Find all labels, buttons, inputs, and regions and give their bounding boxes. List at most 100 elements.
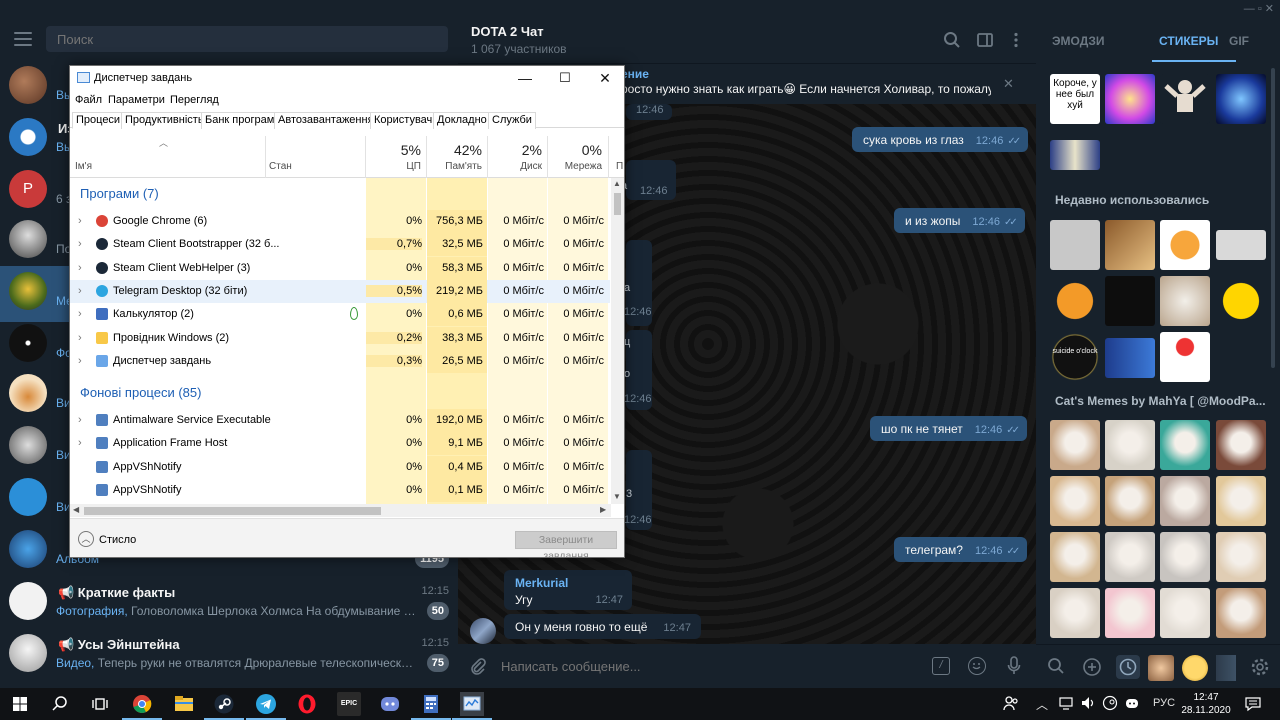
- chrome-icon[interactable]: [122, 692, 162, 720]
- menu-file[interactable]: Файл: [75, 94, 102, 106]
- sticker[interactable]: [1160, 74, 1210, 124]
- tab-app-history[interactable]: Банк програм: [201, 112, 279, 129]
- calculator-icon[interactable]: [411, 692, 451, 720]
- scroll-right-icon[interactable]: ▶: [600, 505, 606, 514]
- column-cpu-pct[interactable]: 5%: [370, 142, 421, 158]
- hamburger-menu-icon[interactable]: [14, 32, 32, 46]
- language-indicator[interactable]: РУС: [1153, 697, 1175, 709]
- settings-icon[interactable]: [1250, 657, 1270, 677]
- cat-sticker[interactable]: [1105, 476, 1155, 526]
- incoming-message[interactable]: Он у меня говно то ещё 12:47: [504, 614, 701, 639]
- column-network-pct[interactable]: 0%: [550, 142, 602, 158]
- window-controls[interactable]: — ▫ ✕: [1244, 2, 1274, 15]
- process-row[interactable]: › Steam Client WebHelper (3) 0% 58,3 МБ 0 Мб…: [70, 256, 610, 280]
- clock[interactable]: 12:47 28.11.2020: [1176, 691, 1236, 717]
- cat-sticker[interactable]: [1216, 588, 1266, 638]
- cat-sticker[interactable]: [1050, 420, 1100, 470]
- epic-games-icon[interactable]: EPIC: [337, 692, 361, 716]
- sticker[interactable]: [1105, 74, 1155, 124]
- attach-icon[interactable]: [469, 657, 487, 675]
- column-status[interactable]: Стан: [269, 161, 292, 172]
- tab-services[interactable]: Служби: [488, 112, 536, 129]
- outgoing-message[interactable]: сука кровь из глаз 12:46 ✓✓: [852, 127, 1029, 152]
- explorer-icon[interactable]: [172, 692, 196, 716]
- process-group-header[interactable]: Фонові процеси (85): [80, 385, 201, 400]
- scroll-left-icon[interactable]: ◀: [73, 505, 79, 514]
- end-task-button[interactable]: Завершити завдання: [515, 531, 617, 557]
- process-row[interactable]: › Steam Client Bootstrapper (32 б... 0,7% 3…: [70, 233, 610, 257]
- sticker-set-thumb[interactable]: [1148, 655, 1174, 681]
- more-options-icon[interactable]: [1007, 31, 1025, 49]
- close-button[interactable]: ✕: [588, 68, 622, 90]
- recent-stickers-icon[interactable]: [1116, 655, 1140, 679]
- search-icon[interactable]: [943, 31, 961, 49]
- incoming-message[interactable]: Merkurial Угу 12:47: [504, 570, 632, 610]
- process-row[interactable]: › Telegram Desktop (32 біти) 0,5% 219,2 МБ 0…: [70, 279, 610, 303]
- chat-title[interactable]: DOTA 2 Чат: [471, 24, 544, 39]
- fewer-details-link[interactable]: Стисло: [99, 534, 136, 546]
- sticker[interactable]: [1160, 332, 1210, 382]
- emoji-icon[interactable]: [968, 657, 986, 675]
- taskmgr-icon[interactable]: [452, 692, 492, 720]
- chevron-up-icon[interactable]: ︿: [1036, 696, 1048, 713]
- expand-chevron-icon[interactable]: ›: [78, 355, 82, 367]
- opera-icon[interactable]: [295, 692, 319, 716]
- cat-sticker[interactable]: [1050, 476, 1100, 526]
- cat-sticker[interactable]: [1160, 532, 1210, 582]
- cat-sticker[interactable]: [1105, 532, 1155, 582]
- vertical-scroll-thumb[interactable]: [614, 193, 621, 215]
- sticker-set-thumb[interactable]: [1216, 655, 1236, 681]
- outgoing-message[interactable]: шо пк не тянет 12:46 ✓✓: [870, 416, 1028, 441]
- cat-sticker[interactable]: [1160, 476, 1210, 526]
- minimize-button[interactable]: —: [508, 68, 542, 90]
- expand-chevron-icon[interactable]: ›: [78, 414, 82, 426]
- telegram-icon[interactable]: [246, 692, 286, 720]
- column-disk-pct[interactable]: 2%: [490, 142, 542, 158]
- process-row[interactable]: › Диспетчер завдань 0,3% 26,5 МБ 0 Мбіт/с 0 М…: [70, 349, 610, 373]
- add-sticker-icon[interactable]: [1082, 657, 1102, 677]
- message-input[interactable]: [501, 657, 921, 675]
- sticker-panel-scrollbar[interactable]: [1271, 68, 1275, 368]
- cat-sticker[interactable]: [1160, 588, 1210, 638]
- search-input[interactable]: [46, 26, 448, 52]
- discord-tray-icon[interactable]: [1124, 695, 1140, 714]
- cat-sticker[interactable]: [1160, 420, 1210, 470]
- expand-chevron-icon[interactable]: ›: [78, 308, 82, 320]
- tab-gif[interactable]: GIF: [1229, 34, 1249, 48]
- search-icon[interactable]: [1046, 657, 1066, 677]
- windows-start-icon[interactable]: [8, 692, 32, 716]
- sticker[interactable]: [1160, 220, 1210, 270]
- vertical-scrollbar[interactable]: [611, 178, 624, 504]
- expand-chevron-icon[interactable]: ›: [78, 262, 82, 274]
- sticker[interactable]: [1216, 276, 1266, 326]
- tab-details[interactable]: Докладно: [433, 112, 491, 129]
- discord-icon[interactable]: [378, 692, 402, 716]
- tab-performance[interactable]: Продуктивність: [121, 112, 208, 129]
- column-memory[interactable]: Пам'ять: [430, 161, 482, 172]
- task-view-icon[interactable]: [88, 692, 112, 716]
- cat-sticker[interactable]: [1105, 588, 1155, 638]
- sticker[interactable]: [1105, 338, 1155, 378]
- notification-center-icon[interactable]: [1244, 695, 1262, 716]
- process-group-header[interactable]: Програми (7): [80, 186, 159, 201]
- steam-icon[interactable]: [204, 692, 244, 720]
- expand-chevron-icon[interactable]: ›: [78, 285, 82, 297]
- process-row[interactable]: AppVShNotify 0% 0,4 МБ 0 Мбіт/с 0 Мбіт/с: [70, 455, 610, 479]
- column-network[interactable]: Мережа: [550, 161, 602, 172]
- maximize-button[interactable]: ☐: [548, 68, 582, 90]
- message-author[interactable]: Merkurial: [515, 576, 622, 590]
- column-extra[interactable]: П: [616, 161, 623, 172]
- tab-processes[interactable]: Процеси: [72, 112, 125, 129]
- search-icon[interactable]: [48, 692, 72, 716]
- scroll-up-icon[interactable]: ▲: [613, 179, 621, 188]
- cat-sticker[interactable]: [1216, 420, 1266, 470]
- process-row[interactable]: › Antimalware Service Executable 0% 192,0 М…: [70, 409, 610, 433]
- sticker[interactable]: [1050, 276, 1100, 326]
- sticker[interactable]: Короче, у нее был хуй: [1050, 74, 1100, 124]
- process-row[interactable]: AppVShNotify 0% 0,1 МБ 0 Мбіт/с 0 Мбіт/с: [70, 479, 610, 502]
- process-row[interactable]: › Google Chrome (6) 0% 756,3 МБ 0 Мбіт/с 0 Мб…: [70, 210, 610, 233]
- tab-stickers[interactable]: СТИКЕРЫ: [1159, 34, 1218, 48]
- horizontal-scroll-thumb[interactable]: [84, 507, 381, 515]
- chat-list-item[interactable]: 📢 Усы Эйнштейна 12:15 Видео, Теперь руки н…: [0, 628, 458, 684]
- cat-sticker[interactable]: [1216, 532, 1266, 582]
